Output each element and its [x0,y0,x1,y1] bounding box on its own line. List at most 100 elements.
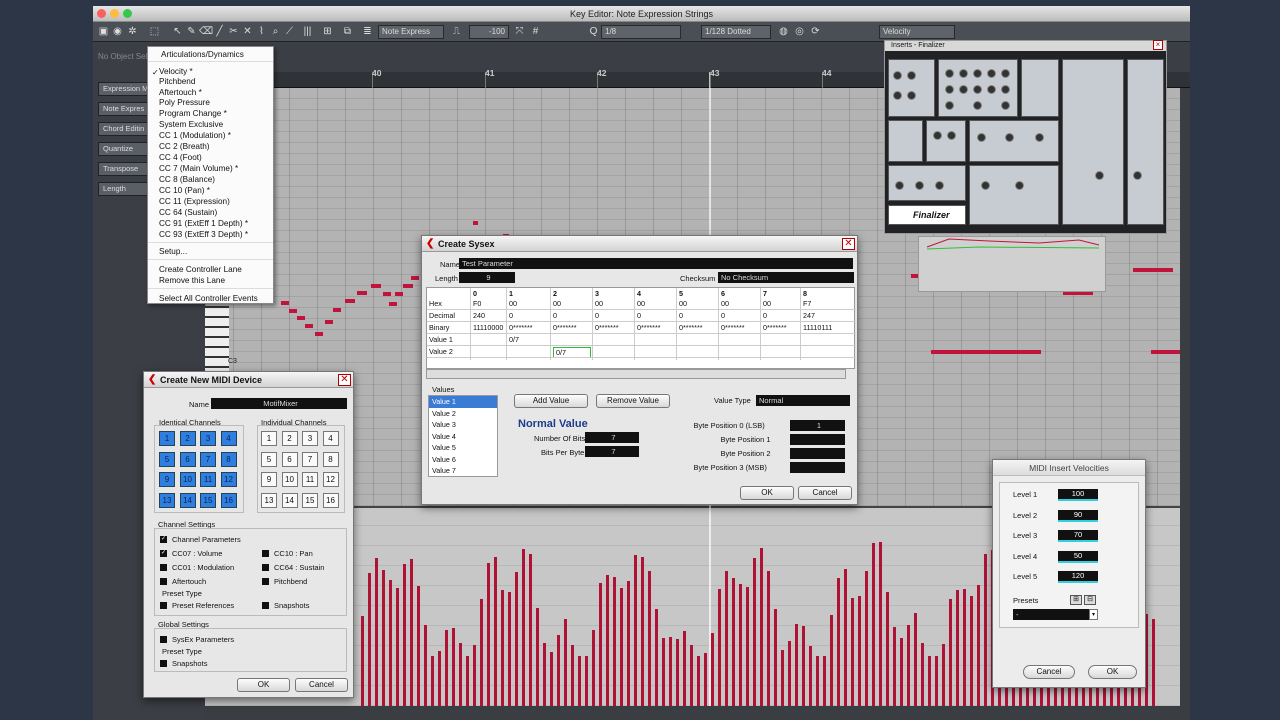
preset-references-checkbox[interactable] [160,602,167,609]
trim-tool-icon[interactable]: ✂ [227,25,240,39]
note-event[interactable] [389,302,397,306]
table-cell[interactable]: 0******* [763,323,787,332]
save-preset-icon[interactable]: ⊞ [1070,595,1082,605]
velocity-bar[interactable] [879,542,882,706]
plugin-knob[interactable] [907,71,916,80]
plugin-knob[interactable] [893,91,902,100]
menu-item[interactable]: CC 4 (Foot) [159,153,202,162]
velocity-bar[interactable] [501,590,504,706]
note-event[interactable] [403,284,413,288]
values-list-item[interactable]: Value 6 [429,454,497,466]
note-event[interactable] [411,276,419,280]
plugin-knob[interactable] [973,85,982,94]
velocity-bar[interactable] [494,557,497,706]
velocity-bar[interactable] [550,652,553,706]
transpose-tab[interactable]: Transpose [98,162,150,176]
velocity-bar[interactable] [473,645,476,706]
minimize-window-icon[interactable] [110,9,119,18]
midi-device-cancel-button[interactable]: Cancel [295,678,348,692]
sync-icon[interactable]: ⟳ [809,25,822,39]
plugin-knob[interactable] [973,69,982,78]
plugin-knob[interactable] [987,85,996,94]
velocity-bar[interactable] [984,554,987,706]
velocity-bar[interactable] [641,557,644,706]
velocity-bar[interactable] [487,563,490,706]
velocity-bar[interactable] [522,549,525,706]
delete-preset-icon[interactable]: ⊟ [1084,595,1096,605]
table-cell[interactable]: 0 [763,311,767,320]
time-warp-tool-icon[interactable]: ⟋ [283,25,296,39]
identical-channel-9-button[interactable]: 9 [159,472,175,487]
individual-channel-11-button[interactable]: 11 [302,472,318,487]
note-event[interactable] [357,291,367,295]
quantize-select[interactable]: 1/8 [601,25,681,39]
mute-tool-icon[interactable]: ✕ [241,25,254,39]
identical-channel-2-button[interactable]: 2 [179,431,196,446]
identical-channel-4-button[interactable]: 4 [220,431,237,446]
piano-keyboard[interactable] [205,306,229,376]
velocity-bar[interactable] [977,585,980,706]
note-event[interactable] [1133,268,1173,272]
individual-channel-3-button[interactable]: 3 [302,431,318,446]
transpose-field[interactable]: -100 [469,25,509,39]
individual-channel-2-button[interactable]: 2 [281,431,298,446]
number-of-bits-field[interactable]: 7 [585,432,639,443]
velocity-bar[interactable] [739,584,742,706]
velocity-bar[interactable] [886,592,889,706]
sysex-close-button[interactable]: ✕ [842,238,855,250]
channel-option-checkbox[interactable] [160,564,167,571]
plugin-knob[interactable] [959,85,968,94]
velocity-bar[interactable] [963,589,966,706]
menu-item[interactable]: Program Change * [159,109,227,118]
velocity-bar[interactable] [942,644,945,706]
connect-icon[interactable]: ⧉ [341,25,354,39]
menu-item[interactable]: Select All Controller Events [159,294,258,303]
byte-position-field[interactable] [790,448,845,459]
menu-item[interactable]: Poly Pressure [159,98,210,107]
channel-option-checkbox[interactable] [262,578,269,585]
values-list-item[interactable]: Value 7 [429,465,497,477]
velocity-level-field[interactable]: 50 [1058,550,1098,563]
note-event[interactable] [1151,350,1181,354]
velocity-bar[interactable] [907,625,910,706]
plugin-knob[interactable] [1005,133,1014,142]
sysex-table-scrollbar[interactable] [426,369,846,379]
velocities-ok-button[interactable]: OK [1088,665,1137,679]
add-value-button[interactable]: Add Value [514,394,588,408]
menu-item[interactable]: CC 11 (Expression) [159,197,230,206]
channel-option-checkbox[interactable] [160,578,167,585]
close-window-icon[interactable] [97,9,106,18]
byte-position-field[interactable] [790,462,845,473]
velocity-bar[interactable] [669,637,672,706]
table-cell[interactable]: 247 [803,311,815,320]
plugin-knob[interactable] [1001,69,1010,78]
velocity-bar[interactable] [683,631,686,706]
individual-channel-1-button[interactable]: 1 [261,431,277,446]
quantize-icon[interactable]: Q [587,25,600,39]
velocity-bar[interactable] [403,564,406,706]
velocity-bar[interactable] [809,646,812,706]
identical-channel-5-button[interactable]: 5 [159,451,175,467]
velocity-bar[interactable] [921,643,924,706]
velocity-bar[interactable] [718,589,721,706]
values-list-item[interactable]: Value 3 [429,419,497,431]
midi-device-close-button[interactable]: ✕ [338,374,351,386]
vertical-scrollbar[interactable] [1180,88,1190,706]
plugin-knob[interactable] [1035,133,1044,142]
glue-tool-icon[interactable]: ⌇ [255,25,268,39]
table-cell[interactable]: 11110111 [803,323,832,332]
channel-option-checkbox[interactable] [262,564,269,571]
note-event[interactable] [383,292,391,296]
velocity-bar[interactable] [452,628,455,706]
chord-editing-tab[interactable]: Chord Editin [98,122,150,136]
plugin-knob[interactable] [1095,171,1104,180]
velocity-bar[interactable] [529,554,532,706]
velocity-bar[interactable] [970,596,973,706]
line-tool-icon[interactable]: ╱ [213,25,226,39]
plugin-knob[interactable] [945,101,954,110]
presets-select[interactable]: - [1013,609,1089,620]
sysex-cancel-button[interactable]: Cancel [798,486,852,500]
table-cell[interactable]: 0 [553,311,557,320]
velocity-bar[interactable] [361,616,364,706]
midi-device-ok-button[interactable]: OK [237,678,290,692]
